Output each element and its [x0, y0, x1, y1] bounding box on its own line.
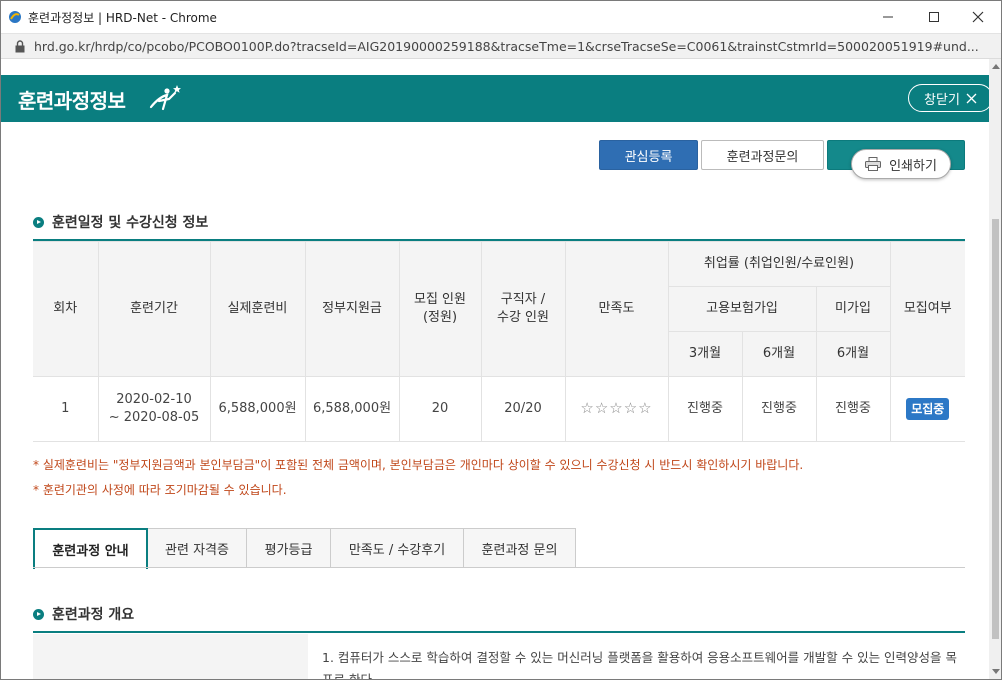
add-interest-button[interactable]: 관심등록	[599, 140, 698, 170]
print-label: 인쇄하기	[889, 158, 937, 174]
cell-applicants: 20/20	[480, 376, 565, 442]
minimize-button[interactable]	[865, 1, 911, 33]
schedule-section-title: 훈련일정 및 수강신청 정보	[33, 212, 208, 232]
close-icon	[972, 11, 984, 23]
window-close-button[interactable]	[955, 1, 1001, 33]
vertical-scrollbar[interactable]	[989, 59, 1001, 679]
header-period: 훈련기간	[97, 241, 211, 377]
header-capacity-line1: 모집 인원	[414, 292, 466, 307]
window-title: 훈련과정정보 | HRD-Net - Chrome	[28, 11, 217, 25]
title-bar: 훈련과정정보 | HRD-Net - Chrome	[1, 1, 1001, 33]
header-round: 회차	[33, 241, 99, 377]
header-6months-uninsured: 6개월	[815, 331, 890, 377]
address-bar[interactable]: hrd.go.kr/hrdp/co/pcobo/PCOBO0100P.do?tr…	[1, 33, 1001, 59]
cell-status: 모집중	[889, 376, 965, 442]
cell-period-end: ~ 2020-08-05	[108, 410, 200, 425]
overview-title-text: 훈련과정 개요	[52, 607, 135, 623]
header-gov-support: 정부지원금	[304, 241, 400, 377]
minimize-icon	[883, 16, 893, 18]
section-bullet-icon	[33, 608, 44, 620]
print-button[interactable]: 인쇄하기	[851, 149, 951, 179]
header-capacity-line2: (정원)	[422, 310, 458, 325]
header-uninsured: 미가입	[815, 286, 890, 332]
maximize-button[interactable]	[911, 1, 957, 33]
cell-capacity: 20	[398, 376, 481, 442]
header-applicants-line2: 수강 인원	[497, 310, 549, 325]
printer-icon	[865, 157, 882, 171]
cell-gov-support: 6,588,000원	[304, 376, 399, 442]
cell-actual-cost: 6,588,000원	[209, 376, 305, 442]
header-actual-cost: 실제훈련비	[209, 241, 306, 377]
schedule-table: 회차 훈련기간 실제훈련비 정부지원금 모집 인원 (정원) 구직자 / 수강 …	[33, 241, 965, 442]
scroll-up-icon[interactable]	[992, 64, 1000, 69]
overview-table: 1. 컴퓨터가 스스로 학습하여 결정할 수 있는 머신러닝 플랫폼을 활용하여…	[33, 634, 965, 680]
header-satisfaction: 만족도	[564, 241, 669, 377]
cell-period: 2020-02-10 ~ 2020-08-05	[97, 376, 210, 442]
status-badge: 모집중	[906, 398, 950, 420]
notice-cost: * 실제훈련비는 "정부지원금액과 본인부담금"이 포함된 전체 금액이며, 본…	[33, 458, 804, 472]
header-capacity: 모집 인원 (정원)	[398, 241, 482, 377]
cell-round: 1	[33, 376, 98, 442]
schedule-title-text: 훈련일정 및 수강신청 정보	[52, 215, 209, 231]
url-text[interactable]: hrd.go.kr/hrdp/co/pcobo/PCOBO0100P.do?tr…	[34, 39, 989, 54]
cell-period-start: 2020-02-10	[116, 392, 192, 407]
tab-course-inquiry[interactable]: 훈련과정 문의	[464, 528, 576, 568]
hrd-favicon-icon	[9, 11, 21, 23]
overview-header-cell	[33, 634, 308, 679]
tab-evaluation[interactable]: 평가등급	[247, 528, 331, 568]
browser-window: 훈련과정정보 | HRD-Net - Chrome hrd.go.kr/hrdp…	[0, 0, 1002, 680]
cell-6months: 진행중	[741, 376, 816, 442]
course-inquiry-button[interactable]: 훈련과정문의	[701, 140, 824, 170]
header-6months: 6개월	[741, 331, 817, 377]
tab-bar-divider	[33, 567, 965, 568]
scroll-down-icon[interactable]	[992, 669, 1000, 674]
header-status: 모집여부	[889, 241, 965, 377]
section-divider	[33, 631, 965, 633]
close-icon	[966, 93, 977, 103]
page-header: 훈련과정정보	[1, 75, 1001, 122]
rating-stars-icon: ☆☆☆☆☆	[580, 399, 653, 417]
table-row: 1 2020-02-10 ~ 2020-08-05 6,588,000원 6,5…	[33, 376, 965, 442]
overview-text: 1. 컴퓨터가 스스로 학습하여 결정할 수 있는 머신러닝 플랫폼을 활용하여…	[322, 650, 958, 680]
tab-certificates[interactable]: 관련 자격증	[148, 528, 247, 568]
header-applicants-line1: 구직자 /	[500, 292, 546, 307]
header-employment-rate: 취업률 (취업인원/수료인원)	[667, 241, 891, 287]
header-3months: 3개월	[668, 331, 743, 377]
page-content: 관심등록 훈련과정문의 인쇄하기 훈련일정 및 수강신청 정보 회차 훈련기간 …	[7, 122, 988, 680]
cell-6months-uninsured: 진행중	[815, 376, 890, 442]
section-bullet-icon	[33, 216, 44, 228]
page-title: 훈련과정정보	[18, 89, 126, 113]
notice-early-close: * 훈련기관의 사정에 따라 조기마감될 수 있습니다.	[33, 483, 287, 497]
cell-3months: 진행중	[667, 376, 742, 442]
header-insured: 고용보험가입	[668, 286, 817, 332]
lock-icon	[15, 40, 25, 53]
close-window-button[interactable]: 창닫기	[908, 84, 993, 112]
tab-bar: 훈련과정 안내 관련 자격증 평가등급 만족도 / 수강후기 훈련과정 문의	[33, 528, 576, 569]
tab-course-info[interactable]: 훈련과정 안내	[33, 528, 148, 569]
overview-section-title: 훈련과정 개요	[33, 604, 134, 624]
maximize-icon	[929, 12, 939, 22]
header-applicants: 구직자 / 수강 인원	[480, 241, 566, 377]
close-window-label: 창닫기	[924, 92, 960, 108]
tab-reviews[interactable]: 만족도 / 수강후기	[331, 528, 464, 568]
scrollbar-thumb[interactable]	[992, 219, 999, 639]
running-figure-logo-icon	[149, 85, 181, 111]
cell-satisfaction: ☆☆☆☆☆	[564, 376, 668, 442]
